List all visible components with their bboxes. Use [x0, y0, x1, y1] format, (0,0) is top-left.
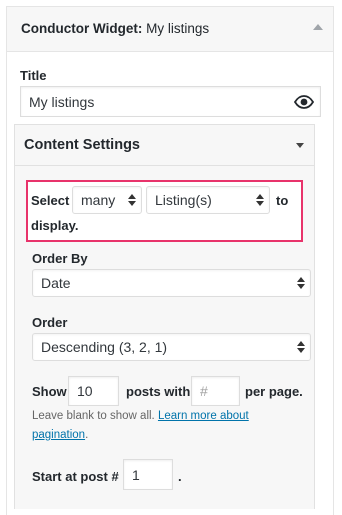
- order-by-select[interactable]: Date: [32, 269, 311, 297]
- title-input[interactable]: My listings: [20, 86, 321, 117]
- title-input-value: My listings: [29, 93, 95, 110]
- per-page-label: per page.: [245, 384, 303, 399]
- content-settings-header[interactable]: Content Settings: [15, 125, 314, 166]
- order-value: Descending (3, 2, 1): [41, 339, 168, 355]
- start-at-value: 1: [132, 466, 140, 483]
- select-arrows-icon: [297, 341, 305, 353]
- post-type-select[interactable]: Listing(s): [146, 186, 270, 214]
- pagination-help-text: Leave blank to show all.: [32, 410, 155, 422]
- per-page-placeholder: #: [200, 383, 208, 399]
- count-select-value: many: [81, 192, 116, 208]
- select-arrows-icon: [297, 277, 305, 289]
- start-at-input[interactable]: 1: [123, 459, 173, 490]
- display-text: display.: [31, 218, 79, 233]
- select-arrows-icon: [256, 194, 264, 206]
- collapse-arrow-icon[interactable]: [313, 24, 323, 30]
- pagination-help-line2: pagination.: [32, 429, 88, 441]
- show-count-value: 10: [77, 383, 93, 399]
- widget-header[interactable]: Conductor Widget: My listings: [7, 7, 333, 52]
- show-label: Show: [32, 384, 67, 399]
- title-label: Title: [20, 68, 47, 83]
- posts-with-label: posts with: [126, 384, 191, 399]
- learn-more-link[interactable]: Learn more about: [158, 410, 249, 422]
- per-page-input[interactable]: #: [191, 376, 240, 406]
- order-by-label: Order By: [32, 251, 88, 266]
- to-text: to: [276, 193, 289, 208]
- start-at-period: .: [178, 469, 182, 484]
- pagination-link[interactable]: pagination: [32, 429, 85, 441]
- select-prefix-text: Select: [31, 193, 70, 208]
- show-count-input[interactable]: 10: [68, 376, 119, 406]
- count-select[interactable]: many: [72, 186, 142, 214]
- select-arrows-icon: [128, 194, 136, 206]
- widget-title: Conductor Widget: My listings: [21, 21, 209, 36]
- post-type-select-value: Listing(s): [155, 192, 212, 208]
- content-settings-title: Content Settings: [24, 137, 140, 153]
- order-select[interactable]: Descending (3, 2, 1): [32, 333, 311, 361]
- widget-title-instance: My listings: [146, 21, 210, 36]
- eye-icon[interactable]: [294, 95, 314, 109]
- help-period: .: [85, 429, 89, 441]
- order-by-value: Date: [41, 275, 71, 291]
- caret-down-icon: [296, 143, 304, 148]
- order-label: Order: [32, 315, 68, 330]
- widget-title-prefix: Conductor Widget:: [21, 21, 143, 36]
- start-at-label: Start at post #: [32, 469, 119, 484]
- pagination-help-line1: Leave blank to show all. Learn more abou…: [32, 410, 249, 422]
